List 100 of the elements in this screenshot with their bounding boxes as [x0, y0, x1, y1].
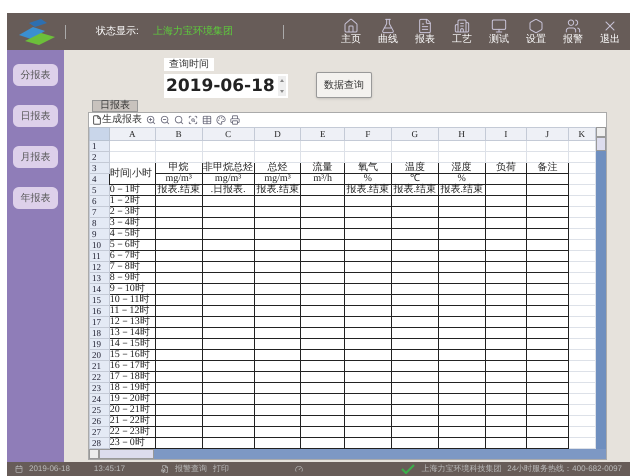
column-header[interactable]: E: [300, 128, 344, 140]
table-cell-text: 氧气: [356, 163, 379, 173]
nav-button[interactable]: 曲线: [374, 18, 402, 45]
row-number[interactable]: 17: [90, 316, 110, 328]
gauge-icon: [295, 465, 304, 473]
row-number[interactable]: 16: [90, 306, 110, 316]
row-number[interactable]: 20: [90, 350, 110, 360]
row-number[interactable]: 23: [90, 382, 110, 394]
building-icon: [454, 18, 470, 34]
zoom-fit-icon[interactable]: [188, 115, 198, 125]
nav-button[interactable]: 测试: [485, 18, 513, 45]
zoom-out-icon[interactable]: [160, 115, 170, 125]
table-cell-text: %: [364, 174, 372, 184]
nav-button[interactable]: 退出: [596, 18, 624, 45]
nav-button[interactable]: 报警: [559, 18, 587, 45]
zoom-in-icon[interactable]: [146, 115, 156, 125]
house-icon: [343, 18, 359, 34]
document-icon: [161, 465, 170, 473]
table-icon[interactable]: [202, 115, 212, 125]
calendar-icon: [15, 465, 23, 473]
row-number[interactable]: 18: [90, 328, 110, 338]
table-cell-text: 温度: [404, 163, 426, 173]
horizontal-scrollbar[interactable]: [89, 449, 606, 459]
print-icon[interactable]: [230, 115, 240, 125]
table-cell-text: 总烃: [266, 163, 289, 173]
nav-button[interactable]: 设置: [522, 18, 550, 45]
row-number[interactable]: 24: [90, 394, 110, 404]
sidebar-button[interactable]: 分报表: [13, 64, 58, 86]
row-number[interactable]: 25: [90, 404, 110, 416]
hotline-text: 24小时服务热线：400-682-0097: [507, 463, 622, 475]
column-header[interactable]: H: [438, 128, 486, 140]
table-cell-text: %: [457, 174, 466, 184]
monitor-icon: [491, 18, 507, 34]
check-logo-icon: [401, 464, 416, 474]
table-cell-text: 流量: [312, 163, 334, 173]
row-number[interactable]: 15: [90, 294, 110, 306]
row-number[interactable]: 14: [90, 284, 110, 294]
column-header[interactable]: I: [485, 128, 527, 140]
document-icon: [417, 18, 433, 34]
row-number[interactable]: 12: [90, 262, 110, 272]
status-date: 2019-06-18: [29, 463, 70, 475]
row-number[interactable]: 26: [90, 416, 110, 426]
table-cell-text: 时间|小时: [110, 168, 153, 178]
flask-icon: [380, 18, 396, 34]
column-header[interactable]: A: [109, 128, 156, 140]
query-button[interactable]: 数据查询: [316, 72, 372, 98]
people-icon: [565, 18, 581, 34]
row-number[interactable]: 1: [90, 140, 110, 152]
table-cell-text: mg/m³: [264, 174, 291, 184]
row-number[interactable]: 6: [90, 196, 110, 206]
table-cell-text: 负荷: [494, 163, 517, 173]
row-number[interactable]: 2: [90, 152, 110, 162]
nav-button[interactable]: 工艺: [448, 18, 476, 45]
sheet-tab[interactable]: 日报表: [92, 100, 138, 112]
column-header[interactable]: B: [155, 128, 202, 140]
row-number[interactable]: 7: [90, 206, 110, 218]
query-label: 查询时间: [164, 58, 214, 71]
spinner-icon: [278, 76, 286, 96]
status-time: 13:45:17: [94, 463, 126, 475]
row-number[interactable]: 22: [90, 372, 110, 382]
column-header[interactable]: D: [254, 128, 301, 140]
row-number[interactable]: 21: [90, 360, 110, 372]
row-number[interactable]: 11: [90, 250, 110, 262]
palette-icon[interactable]: [216, 115, 226, 125]
table-cell-text: 湿度: [450, 163, 473, 173]
table-cell-text: 备注: [536, 163, 558, 173]
nav-button[interactable]: 报表: [411, 18, 439, 45]
table-cell: 非甲烷总烃: [202, 163, 254, 173]
row-number[interactable]: 4: [90, 174, 110, 184]
nav-button[interactable]: 主页: [337, 18, 365, 45]
company-name: 上海力宝环境科技集团: [421, 463, 502, 475]
generate-report-button[interactable]: 生成报表: [92, 114, 142, 126]
column-header[interactable]: J: [526, 128, 568, 140]
row-number[interactable]: 5: [90, 184, 110, 196]
row-number[interactable]: 13: [90, 272, 110, 284]
table-cell-text: mg/m³: [214, 174, 242, 184]
table-cell-text: ℃: [410, 174, 420, 184]
row-number[interactable]: 19: [90, 338, 110, 350]
document-icon: [92, 115, 102, 125]
row-number[interactable]: 27: [90, 426, 110, 438]
search-icon[interactable]: [174, 115, 184, 125]
row-number[interactable]: 28: [90, 438, 110, 448]
table-cell-text: m³/h: [312, 174, 333, 184]
vertical-scrollbar[interactable]: [596, 127, 606, 449]
date-field[interactable]: 2019-06-18: [164, 74, 288, 98]
column-header[interactable]: G: [391, 128, 438, 140]
settings-icon: [528, 18, 544, 34]
sidebar-button[interactable]: 月报表: [13, 146, 58, 168]
row-number[interactable]: 8: [90, 218, 110, 228]
sidebar-button[interactable]: 年报表: [13, 187, 58, 209]
row-number[interactable]: 9: [90, 228, 110, 240]
status-label: 状态显示:: [96, 24, 139, 39]
column-header[interactable]: C: [202, 128, 254, 140]
column-header[interactable]: K: [568, 128, 596, 140]
row-number[interactable]: 3: [90, 162, 110, 174]
sidebar-button[interactable]: 日报表: [13, 105, 58, 127]
table-cell-text: mg/m³: [165, 174, 192, 184]
column-header[interactable]: F: [344, 128, 392, 140]
row-number[interactable]: 10: [90, 240, 110, 250]
status-value: 上海力宝环境集团: [152, 24, 233, 39]
